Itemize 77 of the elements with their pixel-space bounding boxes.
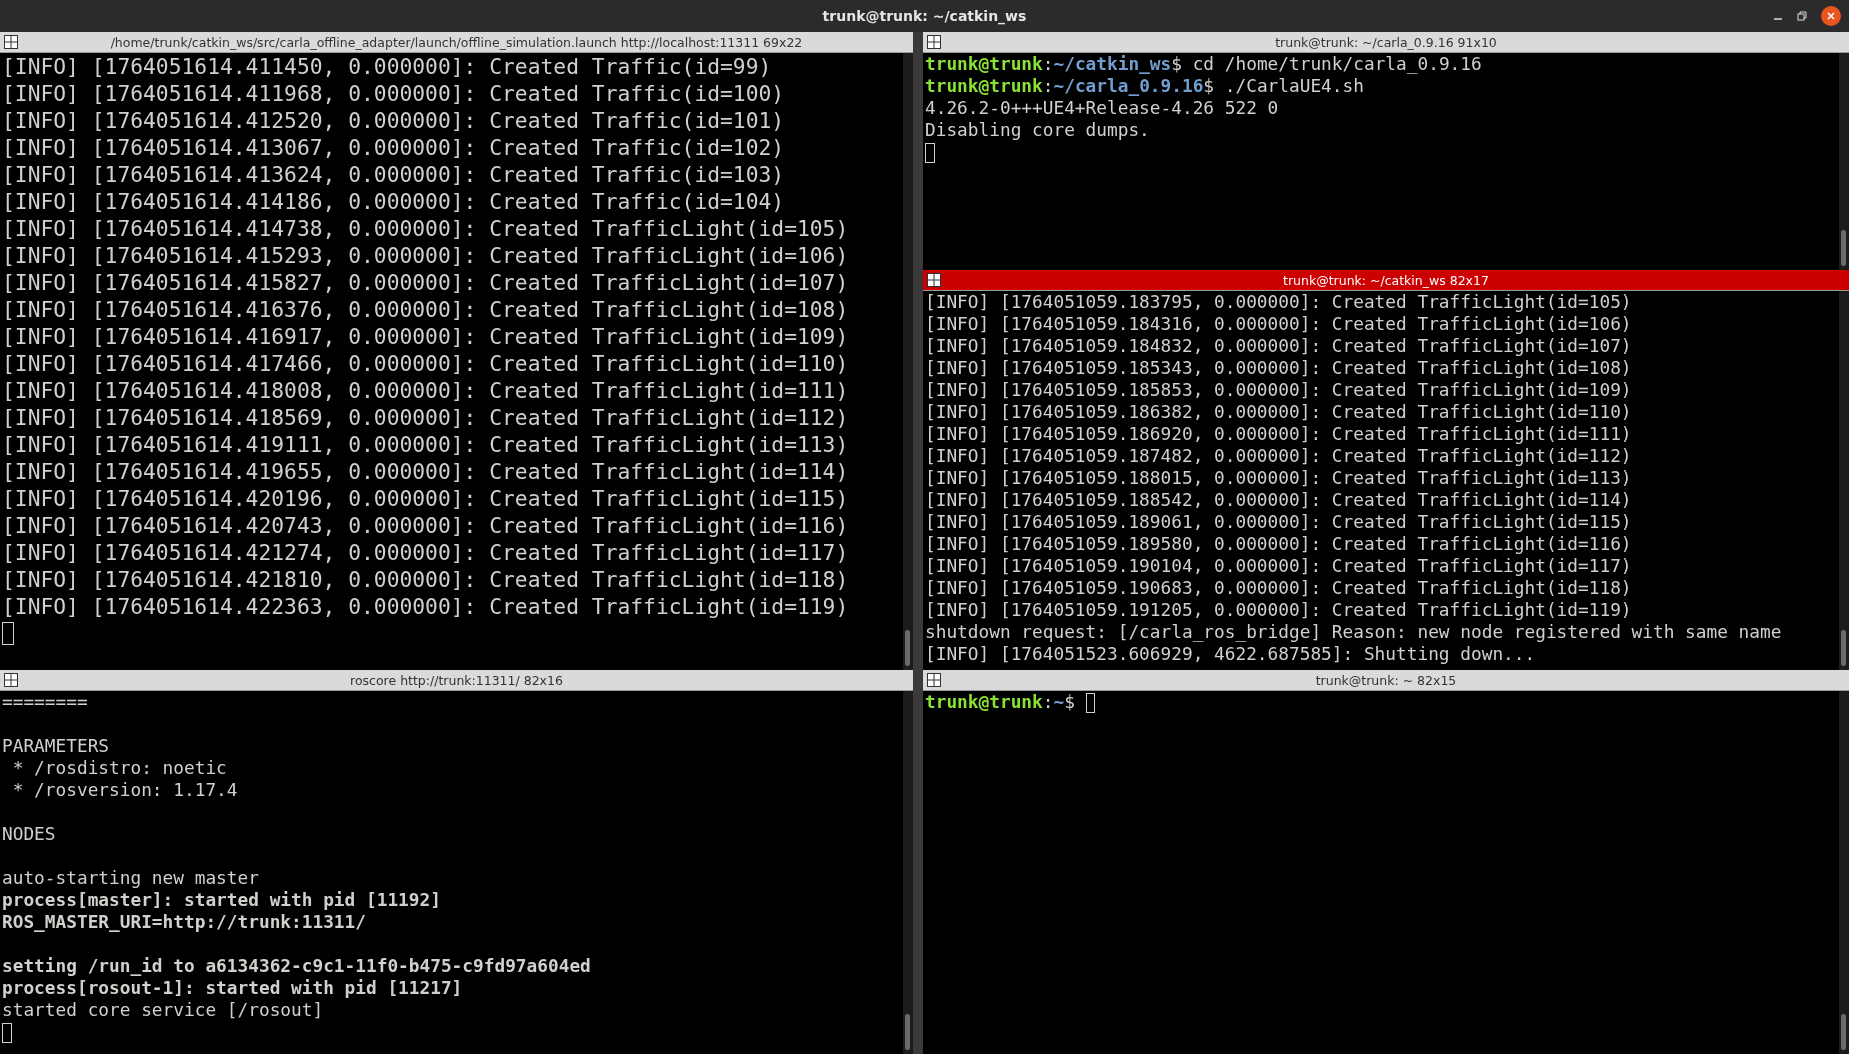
terminal-line: * /rosdistro: noetic [11, 759, 227, 780]
terminal-line: NODES [2, 825, 56, 846]
terminal-line: shutdown request: [/carla_ros_bridge] Reason: new node registered with same name [925, 623, 1782, 644]
text-cursor [1085, 693, 1096, 713]
terminal-line: [INFO] [1764051059.183795, 0.000000]: Created TrafficLight(id=105) [925, 293, 1632, 314]
terminal-line: [INFO] [1764051059.185343, 0.000000]: Created TrafficLight(id=108) [925, 359, 1632, 380]
scrollbar-thumb[interactable] [905, 1014, 910, 1050]
terminal-line: [INFO] [1764051614.416917, 0.000000]: Created TrafficLight(id=109) [2, 325, 849, 351]
terminal-line: [INFO] [1764051059.189580, 0.000000]: Created TrafficLight(id=116) [925, 535, 1632, 556]
terminal-line: trunk@trunk:~/catkin_ws$ cd /home/trunk/carla_0.9.16 [925, 55, 1482, 76]
terminal-line: [INFO] [1764051059.186920, 0.000000]: Created TrafficLight(id=111) [925, 425, 1632, 446]
terminal-line: [INFO] [1764051059.187482, 0.000000]: Created TrafficLight(id=112) [925, 447, 1632, 468]
terminal-line: [INFO] [1764051059.190683, 0.000000]: Created TrafficLight(id=118) [925, 579, 1632, 600]
shell-prompt: trunk@trunk:~$ [925, 693, 1076, 714]
split-grid-icon[interactable] [927, 273, 941, 287]
split-grid-icon[interactable] [927, 673, 941, 687]
terminal-line: [INFO] [1764051059.188015, 0.000000]: Created TrafficLight(id=113) [925, 469, 1632, 490]
scrollbar-thumb[interactable] [1841, 1014, 1846, 1050]
terminal-line: [INFO] [1764051614.419655, 0.000000]: Created TrafficLight(id=114) [2, 460, 849, 486]
terminal-line: [INFO] [1764051614.415827, 0.000000]: Created TrafficLight(id=107) [2, 271, 849, 297]
terminal-line: [INFO] [1764051059.190104, 0.000000]: Created TrafficLight(id=117) [925, 557, 1632, 578]
terminal-line: [INFO] [1764051614.411968, 0.000000]: Created Traffic(id=100) [2, 82, 785, 108]
terminal-line: [INFO] [1764051614.417466, 0.000000]: Created TrafficLight(id=110) [2, 352, 849, 378]
split-grid-icon[interactable] [4, 35, 18, 49]
terminal-line: [INFO] [1764051614.421810, 0.000000]: Created TrafficLight(id=118) [2, 568, 849, 594]
terminal-line: [INFO] [1764051614.415293, 0.000000]: Created TrafficLight(id=106) [2, 244, 849, 270]
terminal-line: [INFO] [1764051614.420196, 0.000000]: Created TrafficLight(id=115) [2, 487, 849, 513]
terminal-line: [INFO] [1764051614.414186, 0.000000]: Created Traffic(id=104) [2, 190, 785, 216]
pane-title-bar[interactable]: trunk@trunk: ~/carla_0.9.16 91x10 [923, 32, 1849, 53]
terminal-line: Disabling core dumps. [925, 121, 1150, 142]
scrollbar-thumb[interactable] [1841, 630, 1846, 666]
terminal-line: ROS_MASTER_URI=http://trunk:11311/ [2, 913, 366, 934]
split-grid-icon[interactable] [927, 35, 941, 49]
scrollbar-thumb[interactable] [905, 630, 910, 666]
terminal-line: [INFO] [1764051059.184316, 0.000000]: Created TrafficLight(id=106) [925, 315, 1632, 336]
terminal-line: [INFO] [1764051614.421274, 0.000000]: Created TrafficLight(id=117) [2, 541, 849, 567]
window-title: trunk@trunk: ~/catkin_ws [822, 8, 1027, 24]
terminal-line: [INFO] [1764051614.418008, 0.000000]: Created TrafficLight(id=111) [2, 379, 849, 405]
terminal-line: started core service [/rosout] [2, 1001, 324, 1022]
terminal-line: [INFO] [1764051614.419111, 0.000000]: Created TrafficLight(id=113) [2, 433, 849, 459]
terminal-line: [INFO] [1764051614.413067, 0.000000]: Created Traffic(id=102) [2, 136, 785, 162]
terminal-line: [INFO] [1764051614.414738, 0.000000]: Created TrafficLight(id=105) [2, 217, 849, 243]
terminal-line: process[rosout-1]: started with pid [11217] [2, 979, 463, 1000]
terminal-line: [INFO] [1764051614.413624, 0.000000]: Created Traffic(id=103) [2, 163, 785, 189]
terminal-line: [INFO] [1764051614.412520, 0.000000]: Created Traffic(id=101) [2, 109, 785, 135]
terminal-line: PARAMETERS [2, 737, 110, 758]
terminal-line: [INFO] [1764051059.191205, 0.000000]: Created TrafficLight(id=119) [925, 601, 1632, 622]
pane-title-bar[interactable]: trunk@trunk: ~/catkin_ws 82x17 [923, 270, 1849, 291]
pane-title-bar[interactable]: roscore http://trunk:11311/ 82x16 [0, 670, 913, 691]
terminal-line: [INFO] [1764051059.184832, 0.000000]: Created TrafficLight(id=107) [925, 337, 1632, 358]
terminal-line: [INFO] [1764051614.418569, 0.000000]: Created TrafficLight(id=112) [2, 406, 849, 432]
terminal-line: trunk@trunk:~/carla_0.9.16$ ./CarlaUE4.sh [925, 77, 1364, 98]
terminal-line: [INFO] [1764051523.606929, 4622.687585]: Shutting down... [925, 645, 1536, 666]
terminal-line: setting /run_id to a6134362-c9c1-11f0-b475-c9fd97a604ed [2, 957, 591, 978]
close-button[interactable] [1821, 6, 1841, 26]
terminal-line: process[master]: started with pid [11192] [2, 891, 441, 912]
terminal-line: [INFO] [1764051059.189061, 0.000000]: Created TrafficLight(id=115) [925, 513, 1632, 534]
terminal-line: 4.26.2-0+++UE4+Release-4.26 522 0 [925, 99, 1279, 120]
terminal-line: [INFO] [1764051059.185853, 0.000000]: Created TrafficLight(id=109) [925, 381, 1632, 402]
terminal-line: [INFO] [1764051614.420743, 0.000000]: Created TrafficLight(id=116) [2, 514, 849, 540]
terminal-line: auto-starting new master [2, 869, 259, 890]
terminal-line: [INFO] [1764051059.186382, 0.000000]: Created TrafficLight(id=110) [925, 403, 1632, 424]
text-cursor [2, 1023, 12, 1043]
text-cursor [2, 622, 14, 646]
scrollbar-thumb[interactable] [1841, 230, 1846, 266]
terminal-line: [INFO] [1764051059.188542, 0.000000]: Created TrafficLight(id=114) [925, 491, 1632, 512]
pane-title-bar[interactable]: /home/trunk/catkin_ws/src/carla_offline_adapter/launch/offline_simulation.launch http://localhost:11311 69x22 [0, 32, 913, 53]
text-cursor [925, 143, 935, 163]
split-grid-icon[interactable] [4, 673, 18, 687]
terminal-line: [INFO] [1764051614.416376, 0.000000]: Created TrafficLight(id=108) [2, 298, 849, 324]
pane-title-bar[interactable]: trunk@trunk: ~ 82x15 [923, 670, 1849, 691]
terminal-line: [INFO] [1764051614.422363, 0.000000]: Created TrafficLight(id=119) [2, 595, 849, 621]
restore-icon[interactable] [1797, 11, 1807, 21]
close-icon [1826, 11, 1836, 21]
terminal-line: [INFO] [1764051614.411450, 0.000000]: Created Traffic(id=99) [2, 55, 772, 81]
terminal-line: * /rosversion: 1.17.4 [11, 781, 238, 802]
terminal-line: ======== [2, 693, 88, 714]
